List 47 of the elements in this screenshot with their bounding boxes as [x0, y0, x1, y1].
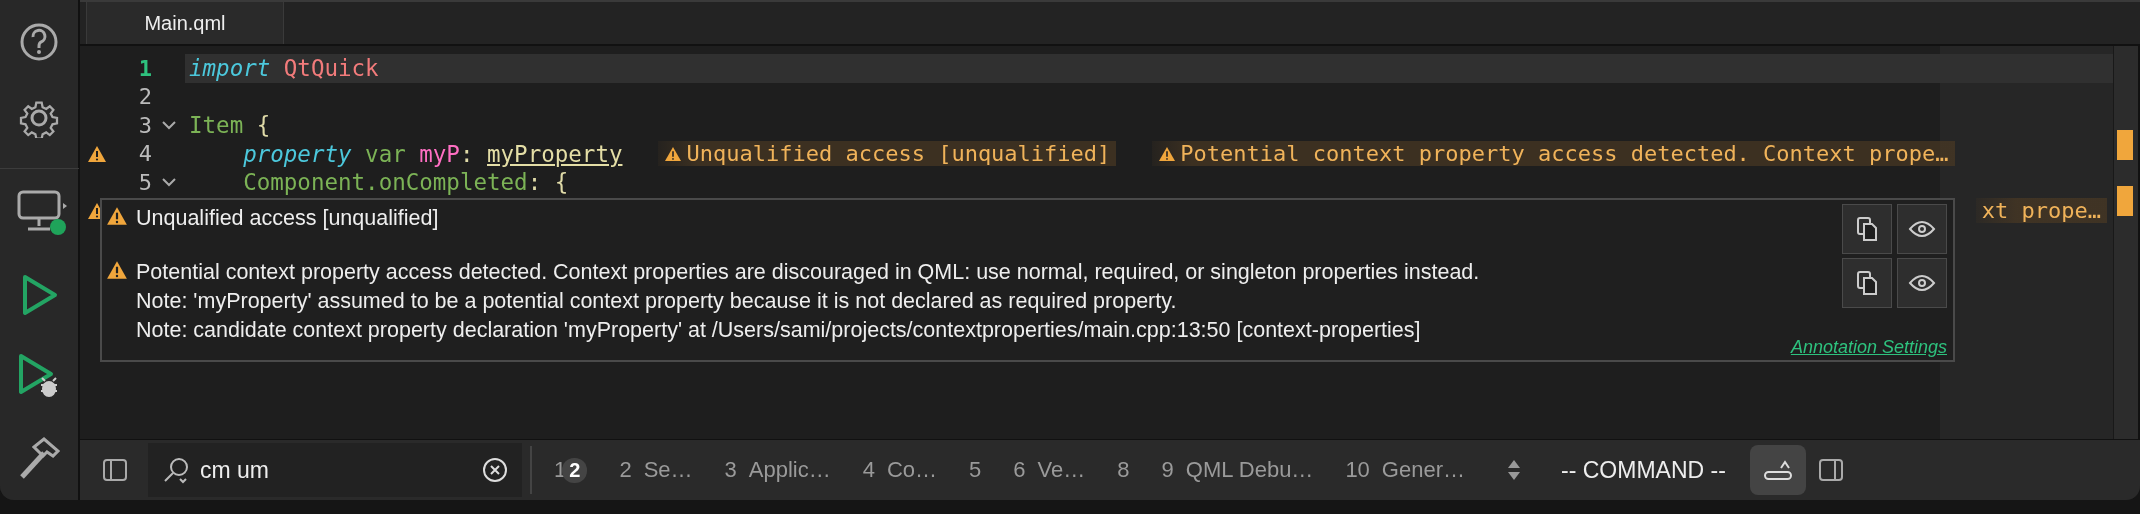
output-pane-button[interactable]: 2 Se… [619, 457, 693, 483]
warning-message: Unqualified access [unqualified] [136, 205, 440, 232]
code-line: Component.onCompleted: { [242, 169, 569, 196]
line-number: 4 [138, 141, 152, 167]
eye-button[interactable] [1897, 204, 1947, 254]
fold-chevron-icon[interactable] [160, 177, 177, 188]
warning-marker [2117, 186, 2133, 216]
output-pane-button[interactable]: 6 Ve… [1013, 457, 1086, 483]
clear-icon[interactable] [482, 457, 508, 483]
code-line: import QtQuick [189, 55, 379, 82]
copy-icon [1856, 270, 1878, 296]
up-down-arrows-icon[interactable] [1507, 458, 1521, 482]
eye-button[interactable] [1897, 258, 1947, 308]
line-number: 1 [138, 55, 152, 81]
help-icon[interactable] [19, 22, 59, 62]
inline-annotation: Unqualified access [unqualified] [658, 141, 1117, 167]
output-pane-button[interactable]: 8 [1117, 457, 1130, 483]
toggle-button[interactable] [1749, 445, 1806, 495]
output-pane-button[interactable]: 4 Co… [862, 457, 938, 483]
eye-icon [1908, 220, 1936, 238]
fold-chevron-icon[interactable] [160, 120, 177, 131]
tray-icon [1762, 458, 1793, 482]
locator-search-field[interactable]: cm um [148, 443, 522, 497]
annotation-settings-link[interactable]: Annotation Settings [1790, 337, 1947, 358]
line-number: 3 [138, 112, 152, 138]
line-number: 2 [138, 84, 152, 110]
warning-icon [106, 206, 128, 226]
file-tab[interactable]: Main.qml [86, 2, 284, 44]
warning-message: Potential context property access detected. Context properties are discouraged in QML: use normal, required, or singleton properties instead. Note: 'myProperty' assumed to be a potential context property because it is not declared as required property. Note: candidate context property declaration 'myProperty' at /Users/sami/projects/contextproperties/main.cpp:13:50 [context-properties] [136, 259, 1481, 344]
right-sidebar-toggle-icon[interactable] [1817, 458, 1844, 482]
vim-mode-indicator: -- COMMAND -- [1561, 456, 1726, 484]
warning-marker [2117, 130, 2133, 160]
line-number: 5 [138, 169, 152, 195]
copy-icon [1856, 216, 1878, 242]
copy-button[interactable] [1842, 204, 1892, 254]
copy-button[interactable] [1842, 258, 1892, 308]
sidebar-toggle-icon[interactable] [102, 458, 128, 482]
warning-icon [106, 260, 128, 280]
output-pane-button[interactable]: 9 QML Debu… [1161, 457, 1314, 483]
output-pane-button[interactable]: 3 Applic… [724, 457, 831, 483]
code-line: property var myP: myProperty [242, 140, 623, 167]
output-pane-button[interactable]: 5 [969, 457, 982, 483]
code-line: Item { [189, 112, 271, 139]
inline-annotation: Potential context property access detected. Context prope… [1152, 141, 1955, 167]
output-pane-button[interactable]: 10 Gener… [1345, 457, 1465, 483]
eye-icon [1908, 274, 1936, 292]
inline-annotation: xt prope… [1975, 198, 2107, 224]
